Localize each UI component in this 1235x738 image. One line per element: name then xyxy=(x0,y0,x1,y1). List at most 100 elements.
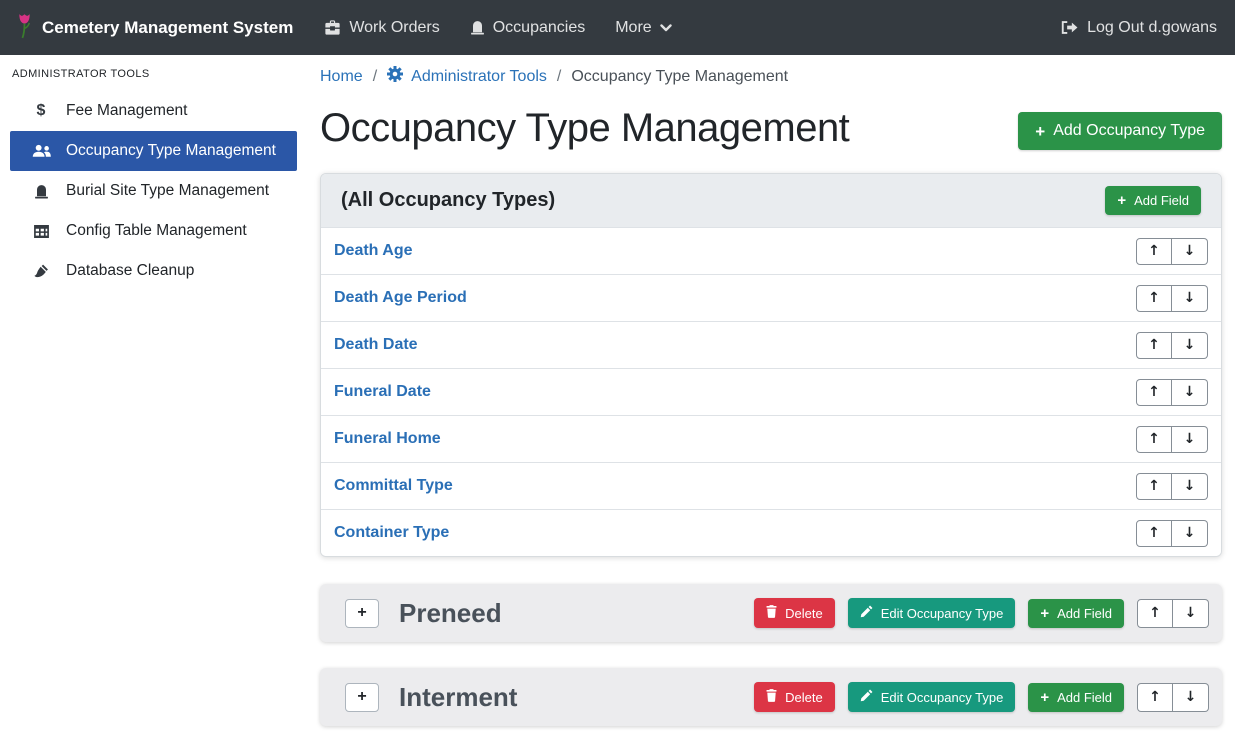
nav-occupancies[interactable]: Occupancies xyxy=(455,19,601,37)
broom-icon xyxy=(30,264,52,279)
move-down-button[interactable]: ↓ xyxy=(1172,426,1208,453)
move-down-button[interactable]: ↓ xyxy=(1172,520,1208,547)
expand-button[interactable]: + xyxy=(345,599,379,628)
trash-icon xyxy=(766,605,777,621)
sidebar-item-fee-management[interactable]: $ Fee Management xyxy=(10,91,297,131)
move-up-button[interactable]: ↑ xyxy=(1136,238,1172,265)
move-up-button[interactable]: ↑ xyxy=(1136,426,1172,453)
breadcrumb-separator: / xyxy=(557,68,561,86)
field-row: Funeral Home ↑ ↓ xyxy=(321,415,1221,462)
field-link-death-age[interactable]: Death Age xyxy=(334,242,413,260)
table-icon xyxy=(30,225,52,238)
sidebar-item-label: Burial Site Type Management xyxy=(66,182,269,200)
occupancy-type-section-preneed: + Preneed Delete xyxy=(320,584,1222,642)
delete-button[interactable]: Delete xyxy=(754,598,835,628)
sidebar: Administrator Tools $ Fee Management Occ… xyxy=(0,55,310,291)
field-link-funeral-date[interactable]: Funeral Date xyxy=(334,383,431,401)
move-up-button[interactable]: ↑ xyxy=(1136,520,1172,547)
field-link-death-age-period[interactable]: Death Age Period xyxy=(334,289,467,307)
field-row: Container Type ↑ ↓ xyxy=(321,509,1221,556)
move-down-button[interactable]: ↓ xyxy=(1172,285,1208,312)
field-link-funeral-home[interactable]: Funeral Home xyxy=(334,430,441,448)
sidebar-item-label: Database Cleanup xyxy=(66,262,194,280)
add-field-label: Add Field xyxy=(1057,606,1112,621)
sidebar-item-burial-site-type-management[interactable]: Burial Site Type Management xyxy=(10,171,297,211)
pencil-icon xyxy=(860,605,873,621)
tombstone-icon xyxy=(30,184,52,199)
field-link-death-date[interactable]: Death Date xyxy=(334,336,418,354)
add-field-label: Add Field xyxy=(1134,193,1189,208)
add-field-button[interactable]: + Add Field xyxy=(1028,683,1124,712)
field-row: Death Date ↑ ↓ xyxy=(321,321,1221,368)
plus-icon: + xyxy=(1040,690,1049,705)
move-down-button[interactable]: ↓ xyxy=(1172,238,1208,265)
edit-occupancy-type-label: Edit Occupancy Type xyxy=(881,606,1004,621)
edit-occupancy-type-button[interactable]: Edit Occupancy Type xyxy=(848,682,1016,712)
field-link-container-type[interactable]: Container Type xyxy=(334,524,449,542)
nav-more[interactable]: More xyxy=(600,19,686,37)
move-down-button[interactable]: ↓ xyxy=(1172,332,1208,359)
arrow-down-icon: ↓ xyxy=(1184,384,1196,400)
plus-icon: + xyxy=(1040,606,1049,621)
sidebar-heading: Administrator Tools xyxy=(0,68,310,91)
page-title: Occupancy Type Management xyxy=(320,105,849,151)
delete-button[interactable]: Delete xyxy=(754,682,835,712)
reorder-button-group: ↑ ↓ xyxy=(1136,238,1208,265)
nav-occupancies-label: Occupancies xyxy=(493,19,586,37)
move-up-button[interactable]: ↑ xyxy=(1136,473,1172,500)
breadcrumb-admin-tools-link[interactable]: Administrator Tools xyxy=(387,66,547,87)
main-content: Home / Administrator Tools / Occupancy T… xyxy=(310,55,1235,738)
plus-icon: + xyxy=(357,688,366,706)
move-up-button[interactable]: ↑ xyxy=(1137,683,1173,712)
section-title: Interment xyxy=(399,682,517,713)
move-up-button[interactable]: ↑ xyxy=(1137,599,1173,628)
move-up-button[interactable]: ↑ xyxy=(1136,332,1172,359)
top-navbar: Cemetery Management System Work Orders O… xyxy=(0,0,1235,55)
sidebar-item-config-table-management[interactable]: Config Table Management xyxy=(10,211,297,251)
logout-icon xyxy=(1061,20,1078,35)
arrow-down-icon: ↓ xyxy=(1184,431,1196,447)
sidebar-item-database-cleanup[interactable]: Database Cleanup xyxy=(10,251,297,291)
breadcrumb-admin-tools-label: Administrator Tools xyxy=(411,68,547,86)
move-down-button[interactable]: ↓ xyxy=(1173,599,1209,628)
plus-icon: + xyxy=(357,604,366,622)
breadcrumb-home-link[interactable]: Home xyxy=(320,68,363,86)
breadcrumb-separator: / xyxy=(373,68,377,86)
logout-button[interactable]: Log Out d.gowans xyxy=(1061,19,1219,37)
sidebar-item-label: Config Table Management xyxy=(66,222,247,240)
move-down-button[interactable]: ↓ xyxy=(1172,473,1208,500)
add-occupancy-type-label: Add Occupancy Type xyxy=(1053,122,1205,140)
brand[interactable]: Cemetery Management System xyxy=(16,12,293,44)
brand-title: Cemetery Management System xyxy=(42,18,293,38)
field-row: Death Age Period ↑ ↓ xyxy=(321,274,1221,321)
arrow-down-icon: ↓ xyxy=(1184,478,1196,494)
trash-icon xyxy=(766,689,777,705)
arrow-up-icon: ↑ xyxy=(1148,290,1160,306)
users-icon xyxy=(30,144,52,158)
card-title: (All Occupancy Types) xyxy=(341,189,555,212)
arrow-down-icon: ↓ xyxy=(1185,605,1197,621)
sidebar-item-occupancy-type-management[interactable]: Occupancy Type Management xyxy=(10,131,297,171)
edit-occupancy-type-button[interactable]: Edit Occupancy Type xyxy=(848,598,1016,628)
expand-button[interactable]: + xyxy=(345,683,379,712)
move-up-button[interactable]: ↑ xyxy=(1136,379,1172,406)
arrow-up-icon: ↑ xyxy=(1148,478,1160,494)
pencil-icon xyxy=(860,689,873,705)
reorder-button-group: ↑ ↓ xyxy=(1137,599,1209,628)
add-field-button[interactable]: + Add Field xyxy=(1028,599,1124,628)
move-down-button[interactable]: ↓ xyxy=(1172,379,1208,406)
add-field-button[interactable]: + Add Field xyxy=(1105,186,1201,215)
reorder-button-group: ↑ ↓ xyxy=(1136,426,1208,453)
field-link-committal-type[interactable]: Committal Type xyxy=(334,477,453,495)
all-occupancy-types-card: (All Occupancy Types) + Add Field Death … xyxy=(320,173,1222,557)
move-down-button[interactable]: ↓ xyxy=(1173,683,1209,712)
sidebar-item-label: Occupancy Type Management xyxy=(66,142,276,160)
move-up-button[interactable]: ↑ xyxy=(1136,285,1172,312)
edit-occupancy-type-label: Edit Occupancy Type xyxy=(881,690,1004,705)
reorder-button-group: ↑ ↓ xyxy=(1136,520,1208,547)
toolbox-icon xyxy=(324,20,341,35)
dollar-icon: $ xyxy=(30,102,52,120)
logout-label: Log Out d.gowans xyxy=(1087,19,1217,37)
nav-work-orders[interactable]: Work Orders xyxy=(309,19,454,37)
add-occupancy-type-button[interactable]: + Add Occupancy Type xyxy=(1018,112,1222,150)
